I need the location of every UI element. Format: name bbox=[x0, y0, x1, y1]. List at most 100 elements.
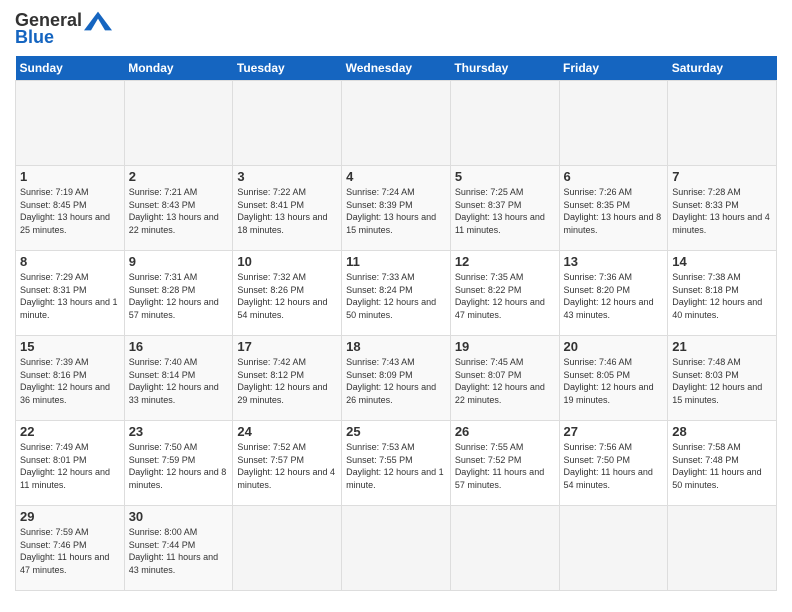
daylight: Daylight: 12 hours and 1 minute. bbox=[346, 466, 446, 491]
sunrise: Sunrise: 7:56 AM bbox=[564, 441, 664, 454]
sunrise: Sunrise: 7:22 AM bbox=[237, 186, 337, 199]
sunset: Sunset: 8:22 PM bbox=[455, 284, 555, 297]
day-number: 1 bbox=[20, 169, 120, 184]
day-info: Sunrise: 7:32 AM Sunset: 8:26 PM Dayligh… bbox=[237, 271, 337, 321]
table-row bbox=[233, 81, 342, 166]
table-row bbox=[342, 81, 451, 166]
daylight: Daylight: 12 hours and 33 minutes. bbox=[129, 381, 229, 406]
day-info: Sunrise: 7:55 AM Sunset: 7:52 PM Dayligh… bbox=[455, 441, 555, 491]
day-info: Sunrise: 7:38 AM Sunset: 8:18 PM Dayligh… bbox=[672, 271, 772, 321]
daylight: Daylight: 12 hours and 57 minutes. bbox=[129, 296, 229, 321]
table-row bbox=[342, 506, 451, 591]
sunrise: Sunrise: 7:36 AM bbox=[564, 271, 664, 284]
table-row: 29 Sunrise: 7:59 AM Sunset: 7:46 PM Dayl… bbox=[16, 506, 125, 591]
day-info: Sunrise: 7:53 AM Sunset: 7:55 PM Dayligh… bbox=[346, 441, 446, 491]
sunrise: Sunrise: 7:52 AM bbox=[237, 441, 337, 454]
sunset: Sunset: 8:26 PM bbox=[237, 284, 337, 297]
table-row: 22 Sunrise: 7:49 AM Sunset: 8:01 PM Dayl… bbox=[16, 421, 125, 506]
day-number: 27 bbox=[564, 424, 664, 439]
day-info: Sunrise: 7:46 AM Sunset: 8:05 PM Dayligh… bbox=[564, 356, 664, 406]
table-row bbox=[559, 81, 668, 166]
sunset: Sunset: 8:03 PM bbox=[672, 369, 772, 382]
table-row: 18 Sunrise: 7:43 AM Sunset: 8:09 PM Dayl… bbox=[342, 336, 451, 421]
day-info: Sunrise: 7:45 AM Sunset: 8:07 PM Dayligh… bbox=[455, 356, 555, 406]
table-row: 16 Sunrise: 7:40 AM Sunset: 8:14 PM Dayl… bbox=[124, 336, 233, 421]
sunset: Sunset: 7:55 PM bbox=[346, 454, 446, 467]
table-row: 9 Sunrise: 7:31 AM Sunset: 8:28 PM Dayli… bbox=[124, 251, 233, 336]
sunrise: Sunrise: 7:43 AM bbox=[346, 356, 446, 369]
sunset: Sunset: 8:09 PM bbox=[346, 369, 446, 382]
day-number: 3 bbox=[237, 169, 337, 184]
sunset: Sunset: 7:59 PM bbox=[129, 454, 229, 467]
daylight: Daylight: 13 hours and 4 minutes. bbox=[672, 211, 772, 236]
sunset: Sunset: 8:16 PM bbox=[20, 369, 120, 382]
sunset: Sunset: 7:50 PM bbox=[564, 454, 664, 467]
day-info: Sunrise: 7:29 AM Sunset: 8:31 PM Dayligh… bbox=[20, 271, 120, 321]
sunrise: Sunrise: 7:32 AM bbox=[237, 271, 337, 284]
day-number: 5 bbox=[455, 169, 555, 184]
daylight: Daylight: 13 hours and 18 minutes. bbox=[237, 211, 337, 236]
table-row: 13 Sunrise: 7:36 AM Sunset: 8:20 PM Dayl… bbox=[559, 251, 668, 336]
sunset: Sunset: 8:31 PM bbox=[20, 284, 120, 297]
sunrise: Sunrise: 7:31 AM bbox=[129, 271, 229, 284]
table-row: 23 Sunrise: 7:50 AM Sunset: 7:59 PM Dayl… bbox=[124, 421, 233, 506]
daylight: Daylight: 12 hours and 40 minutes. bbox=[672, 296, 772, 321]
table-row: 10 Sunrise: 7:32 AM Sunset: 8:26 PM Dayl… bbox=[233, 251, 342, 336]
sunset: Sunset: 7:48 PM bbox=[672, 454, 772, 467]
day-info: Sunrise: 7:39 AM Sunset: 8:16 PM Dayligh… bbox=[20, 356, 120, 406]
day-number: 7 bbox=[672, 169, 772, 184]
day-number: 21 bbox=[672, 339, 772, 354]
col-friday: Friday bbox=[559, 56, 668, 81]
col-sunday: Sunday bbox=[16, 56, 125, 81]
day-number: 12 bbox=[455, 254, 555, 269]
day-info: Sunrise: 7:31 AM Sunset: 8:28 PM Dayligh… bbox=[129, 271, 229, 321]
day-info: Sunrise: 7:40 AM Sunset: 8:14 PM Dayligh… bbox=[129, 356, 229, 406]
sunrise: Sunrise: 7:39 AM bbox=[20, 356, 120, 369]
sunrise: Sunrise: 7:53 AM bbox=[346, 441, 446, 454]
day-number: 26 bbox=[455, 424, 555, 439]
day-number: 8 bbox=[20, 254, 120, 269]
table-row: 30 Sunrise: 8:00 AM Sunset: 7:44 PM Dayl… bbox=[124, 506, 233, 591]
sunset: Sunset: 8:07 PM bbox=[455, 369, 555, 382]
sunrise: Sunrise: 7:35 AM bbox=[455, 271, 555, 284]
day-number: 6 bbox=[564, 169, 664, 184]
sunset: Sunset: 8:20 PM bbox=[564, 284, 664, 297]
table-row: 5 Sunrise: 7:25 AM Sunset: 8:37 PM Dayli… bbox=[450, 166, 559, 251]
sunset: Sunset: 8:41 PM bbox=[237, 199, 337, 212]
sunset: Sunset: 8:45 PM bbox=[20, 199, 120, 212]
table-row: 1 Sunrise: 7:19 AM Sunset: 8:45 PM Dayli… bbox=[16, 166, 125, 251]
day-info: Sunrise: 7:50 AM Sunset: 7:59 PM Dayligh… bbox=[129, 441, 229, 491]
sunset: Sunset: 8:01 PM bbox=[20, 454, 120, 467]
daylight: Daylight: 12 hours and 47 minutes. bbox=[455, 296, 555, 321]
daylight: Daylight: 12 hours and 4 minutes. bbox=[237, 466, 337, 491]
day-info: Sunrise: 7:49 AM Sunset: 8:01 PM Dayligh… bbox=[20, 441, 120, 491]
sunrise: Sunrise: 7:24 AM bbox=[346, 186, 446, 199]
sunrise: Sunrise: 7:55 AM bbox=[455, 441, 555, 454]
daylight: Daylight: 12 hours and 15 minutes. bbox=[672, 381, 772, 406]
col-wednesday: Wednesday bbox=[342, 56, 451, 81]
table-row: 27 Sunrise: 7:56 AM Sunset: 7:50 PM Dayl… bbox=[559, 421, 668, 506]
table-row bbox=[559, 506, 668, 591]
table-row: 2 Sunrise: 7:21 AM Sunset: 8:43 PM Dayli… bbox=[124, 166, 233, 251]
sunset: Sunset: 8:35 PM bbox=[564, 199, 664, 212]
day-info: Sunrise: 7:24 AM Sunset: 8:39 PM Dayligh… bbox=[346, 186, 446, 236]
calendar-row: 29 Sunrise: 7:59 AM Sunset: 7:46 PM Dayl… bbox=[16, 506, 777, 591]
sunset: Sunset: 8:14 PM bbox=[129, 369, 229, 382]
sunset: Sunset: 8:12 PM bbox=[237, 369, 337, 382]
sunset: Sunset: 7:52 PM bbox=[455, 454, 555, 467]
sunrise: Sunrise: 7:59 AM bbox=[20, 526, 120, 539]
sunset: Sunset: 8:18 PM bbox=[672, 284, 772, 297]
table-row bbox=[668, 506, 777, 591]
sunset: Sunset: 8:33 PM bbox=[672, 199, 772, 212]
day-info: Sunrise: 8:00 AM Sunset: 7:44 PM Dayligh… bbox=[129, 526, 229, 576]
day-number: 29 bbox=[20, 509, 120, 524]
day-info: Sunrise: 7:25 AM Sunset: 8:37 PM Dayligh… bbox=[455, 186, 555, 236]
table-row bbox=[450, 506, 559, 591]
daylight: Daylight: 11 hours and 57 minutes. bbox=[455, 466, 555, 491]
day-info: Sunrise: 7:43 AM Sunset: 8:09 PM Dayligh… bbox=[346, 356, 446, 406]
sunrise: Sunrise: 7:26 AM bbox=[564, 186, 664, 199]
table-row: 28 Sunrise: 7:58 AM Sunset: 7:48 PM Dayl… bbox=[668, 421, 777, 506]
daylight: Daylight: 12 hours and 50 minutes. bbox=[346, 296, 446, 321]
day-number: 13 bbox=[564, 254, 664, 269]
day-info: Sunrise: 7:56 AM Sunset: 7:50 PM Dayligh… bbox=[564, 441, 664, 491]
